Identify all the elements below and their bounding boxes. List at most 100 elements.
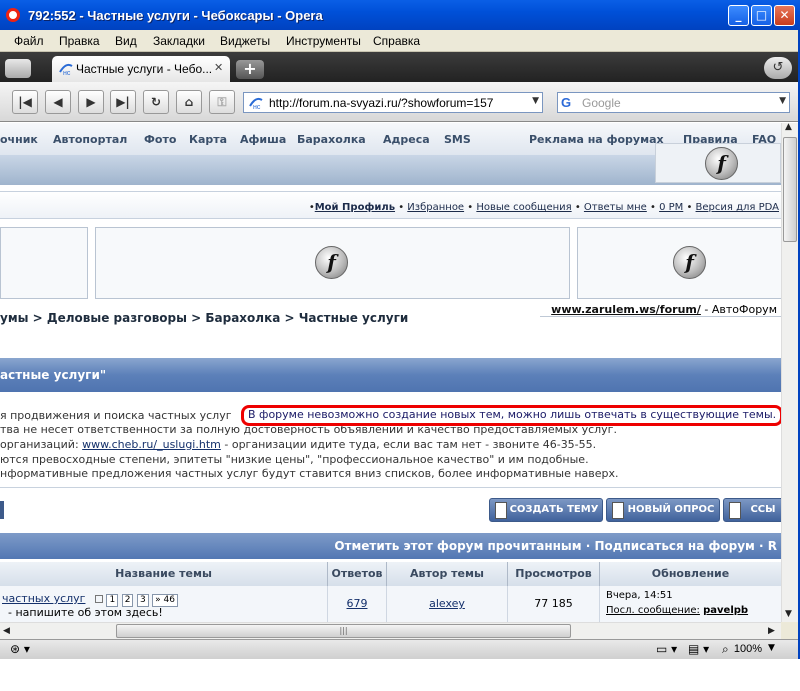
- horizontal-scroll-thumb[interactable]: |||: [116, 624, 571, 638]
- partner-link[interactable]: www.zarulem.ws/forum/: [551, 303, 701, 316]
- forum-actions-links[interactable]: Отметить этот форум прочитанным · Подпис…: [334, 539, 777, 553]
- cell-author: alexey: [387, 586, 508, 622]
- last-update-time: Вчера, 14:51: [606, 590, 673, 601]
- nav-link-advertising[interactable]: Реклама на форумах: [529, 133, 664, 146]
- google-icon[interactable]: G: [561, 95, 577, 111]
- page-viewport: очник Автопортал Фото Карта Афиша Барахо…: [0, 123, 781, 622]
- menu-bar: Файл Правка Вид Закладки Виджеты Инструм…: [0, 30, 800, 52]
- nav-link-sms[interactable]: SMS: [444, 133, 471, 146]
- fast-forward-button[interactable]: ▶|: [110, 90, 136, 114]
- breadcrumb[interactable]: умы > Деловые разговоры > Барахолка > Ча…: [0, 311, 408, 325]
- menu-tools[interactable]: Инструменты: [286, 34, 361, 48]
- network-icon[interactable]: ⊛ ▾: [10, 642, 30, 656]
- vertical-scrollbar[interactable]: ▲ ▼: [781, 122, 798, 622]
- new-tab-button[interactable]: +: [236, 60, 264, 79]
- flash-plugin-icon[interactable]: f: [705, 147, 738, 180]
- menu-bookmarks[interactable]: Закладки: [153, 34, 205, 48]
- vertical-scroll-thumb[interactable]: [783, 137, 797, 242]
- th-updated[interactable]: Обновление: [600, 562, 781, 586]
- nav-link-map[interactable]: Карта: [189, 133, 227, 146]
- minimize-button[interactable]: _: [728, 5, 749, 26]
- link-private-messages[interactable]: 0 PM: [659, 202, 683, 213]
- last-post-label[interactable]: Посл. сообщение:: [606, 605, 700, 616]
- reload-button[interactable]: ↻: [143, 90, 169, 114]
- status-bar: ⊛ ▾ ▭ ▾ ▤ ▾ ⌕ 100% ▼: [0, 639, 800, 659]
- closed-tabs-icon[interactable]: ↺: [764, 57, 792, 79]
- new-poll-button[interactable]: НОВЫЙ ОПРОС: [606, 498, 720, 522]
- window-title: 792:552 - Частные услуги - Чебоксары - O…: [28, 8, 323, 23]
- zoom-level[interactable]: 100%: [734, 643, 762, 655]
- link-new-posts[interactable]: Новые сообщения: [476, 202, 571, 213]
- rules-line-3: организаций: www.cheb.ru/_uslugi.htm - о…: [0, 438, 596, 451]
- nav-link-addresses[interactable]: Адреса: [383, 133, 430, 146]
- link-favorites[interactable]: Избранное: [407, 202, 464, 213]
- window-title-bar[interactable]: 792:552 - Частные услуги - Чебоксары - O…: [0, 0, 800, 30]
- back-button[interactable]: ◀: [45, 90, 71, 114]
- nav-link-baraholka[interactable]: Барахолка: [297, 133, 366, 146]
- scrollbar-corner: [781, 622, 798, 639]
- rules-line-4: ются превосходные степени, эпитеты "низк…: [0, 453, 589, 466]
- nav-link-spravochnik[interactable]: очник: [0, 133, 38, 146]
- forward-button[interactable]: ▶: [78, 90, 104, 114]
- flash-plugin-icon[interactable]: f: [315, 246, 348, 279]
- panel-toggle-button[interactable]: [5, 59, 31, 78]
- table-row: частных услуг 1 2 3 » 46 - напишите об э…: [0, 586, 781, 622]
- link-button[interactable]: ССЫ: [723, 498, 781, 522]
- menu-edit[interactable]: Правка: [59, 34, 100, 48]
- horizontal-scrollbar[interactable]: ◀ ||| ▶: [0, 622, 781, 639]
- close-button[interactable]: ✕: [774, 5, 795, 26]
- flash-plugin-icon[interactable]: f: [673, 246, 706, 279]
- nav-link-afisha[interactable]: Афиша: [240, 133, 286, 146]
- nav-link-autoportal[interactable]: Автопортал: [53, 133, 127, 146]
- menu-help[interactable]: Справка: [373, 34, 420, 48]
- menu-file[interactable]: Файл: [14, 34, 44, 48]
- link-my-profile[interactable]: Мой Профиль: [315, 202, 395, 213]
- replies-link[interactable]: 679: [347, 597, 368, 610]
- link-pda-version[interactable]: Версия для PDA: [696, 202, 779, 213]
- menu-widgets[interactable]: Виджеты: [220, 34, 270, 48]
- topic-link[interactable]: частных услуг: [2, 592, 85, 605]
- left-button-edge[interactable]: [0, 501, 4, 519]
- home-button[interactable]: ⌂: [176, 90, 202, 114]
- scroll-up-icon[interactable]: ▲: [785, 122, 792, 132]
- scroll-left-icon[interactable]: ◀: [3, 626, 10, 636]
- tab-active[interactable]: нс Частные услуги - Чебо... ✕: [52, 56, 230, 82]
- menu-view[interactable]: Вид: [115, 34, 137, 48]
- rules-cheb-link[interactable]: www.cheb.ru/_uslugi.htm: [82, 438, 221, 451]
- tab-label: Частные услуги - Чебо...: [76, 62, 213, 76]
- forum-actions-bar: Отметить этот форум прочитанным · Подпис…: [0, 533, 781, 559]
- search-input[interactable]: G Google ▼: [557, 92, 790, 113]
- address-toolbar: |◀ ◀ ▶ ▶| ↻ ⌂ ⚿ нс http://forum.na-svyaz…: [0, 82, 800, 122]
- nav-link-photo[interactable]: Фото: [144, 133, 176, 146]
- security-key-icon[interactable]: ⚿: [209, 90, 235, 114]
- create-topic-button[interactable]: СОЗДАТЬ ТЕМУ: [489, 498, 603, 522]
- image-icon[interactable]: ▤ ▾: [688, 642, 709, 656]
- window-bottom: [0, 659, 800, 691]
- rules-line-5: нформативные предложения частных услуг б…: [0, 467, 619, 480]
- address-input[interactable]: нс http://forum.na-svyazi.ru/?showforum=…: [243, 92, 543, 113]
- th-views[interactable]: Просмотров: [508, 562, 600, 586]
- author-link[interactable]: alexey: [429, 597, 465, 610]
- link-replies-to-me[interactable]: Ответы мне: [584, 202, 647, 213]
- scroll-right-icon[interactable]: ▶: [768, 626, 775, 636]
- topic-subtitle: - напишите об этом здесь!: [8, 606, 163, 619]
- th-author[interactable]: Автор темы: [387, 562, 508, 586]
- user-links-bar: •Мой Профиль • Избранное • Новые сообщен…: [0, 191, 781, 219]
- rewind-button[interactable]: |◀: [12, 90, 38, 114]
- partner-link-block: www.zarulem.ws/forum/ - АвтоФорум: [551, 303, 777, 316]
- view-icon[interactable]: ▭ ▾: [656, 642, 677, 656]
- partner-divider: [540, 316, 781, 317]
- tab-close-icon[interactable]: ✕: [214, 61, 223, 74]
- zoom-icon[interactable]: ⌕: [722, 642, 729, 657]
- search-dropdown-icon[interactable]: ▼: [779, 96, 786, 106]
- banner-slot-center: f: [95, 227, 570, 299]
- zoom-dropdown-icon[interactable]: ▼: [768, 643, 775, 653]
- flash-placeholder: f: [655, 143, 781, 183]
- tab-bar: нс Частные услуги - Чебо... ✕ + ↺: [0, 52, 800, 82]
- address-dropdown-icon[interactable]: ▼: [532, 96, 539, 106]
- th-replies[interactable]: Ответов: [328, 562, 387, 586]
- scroll-down-icon[interactable]: ▼: [785, 609, 792, 619]
- last-post-user[interactable]: pavelpb: [703, 605, 748, 616]
- maximize-button[interactable]: □: [751, 5, 772, 26]
- th-topic-title[interactable]: Название темы: [0, 562, 328, 586]
